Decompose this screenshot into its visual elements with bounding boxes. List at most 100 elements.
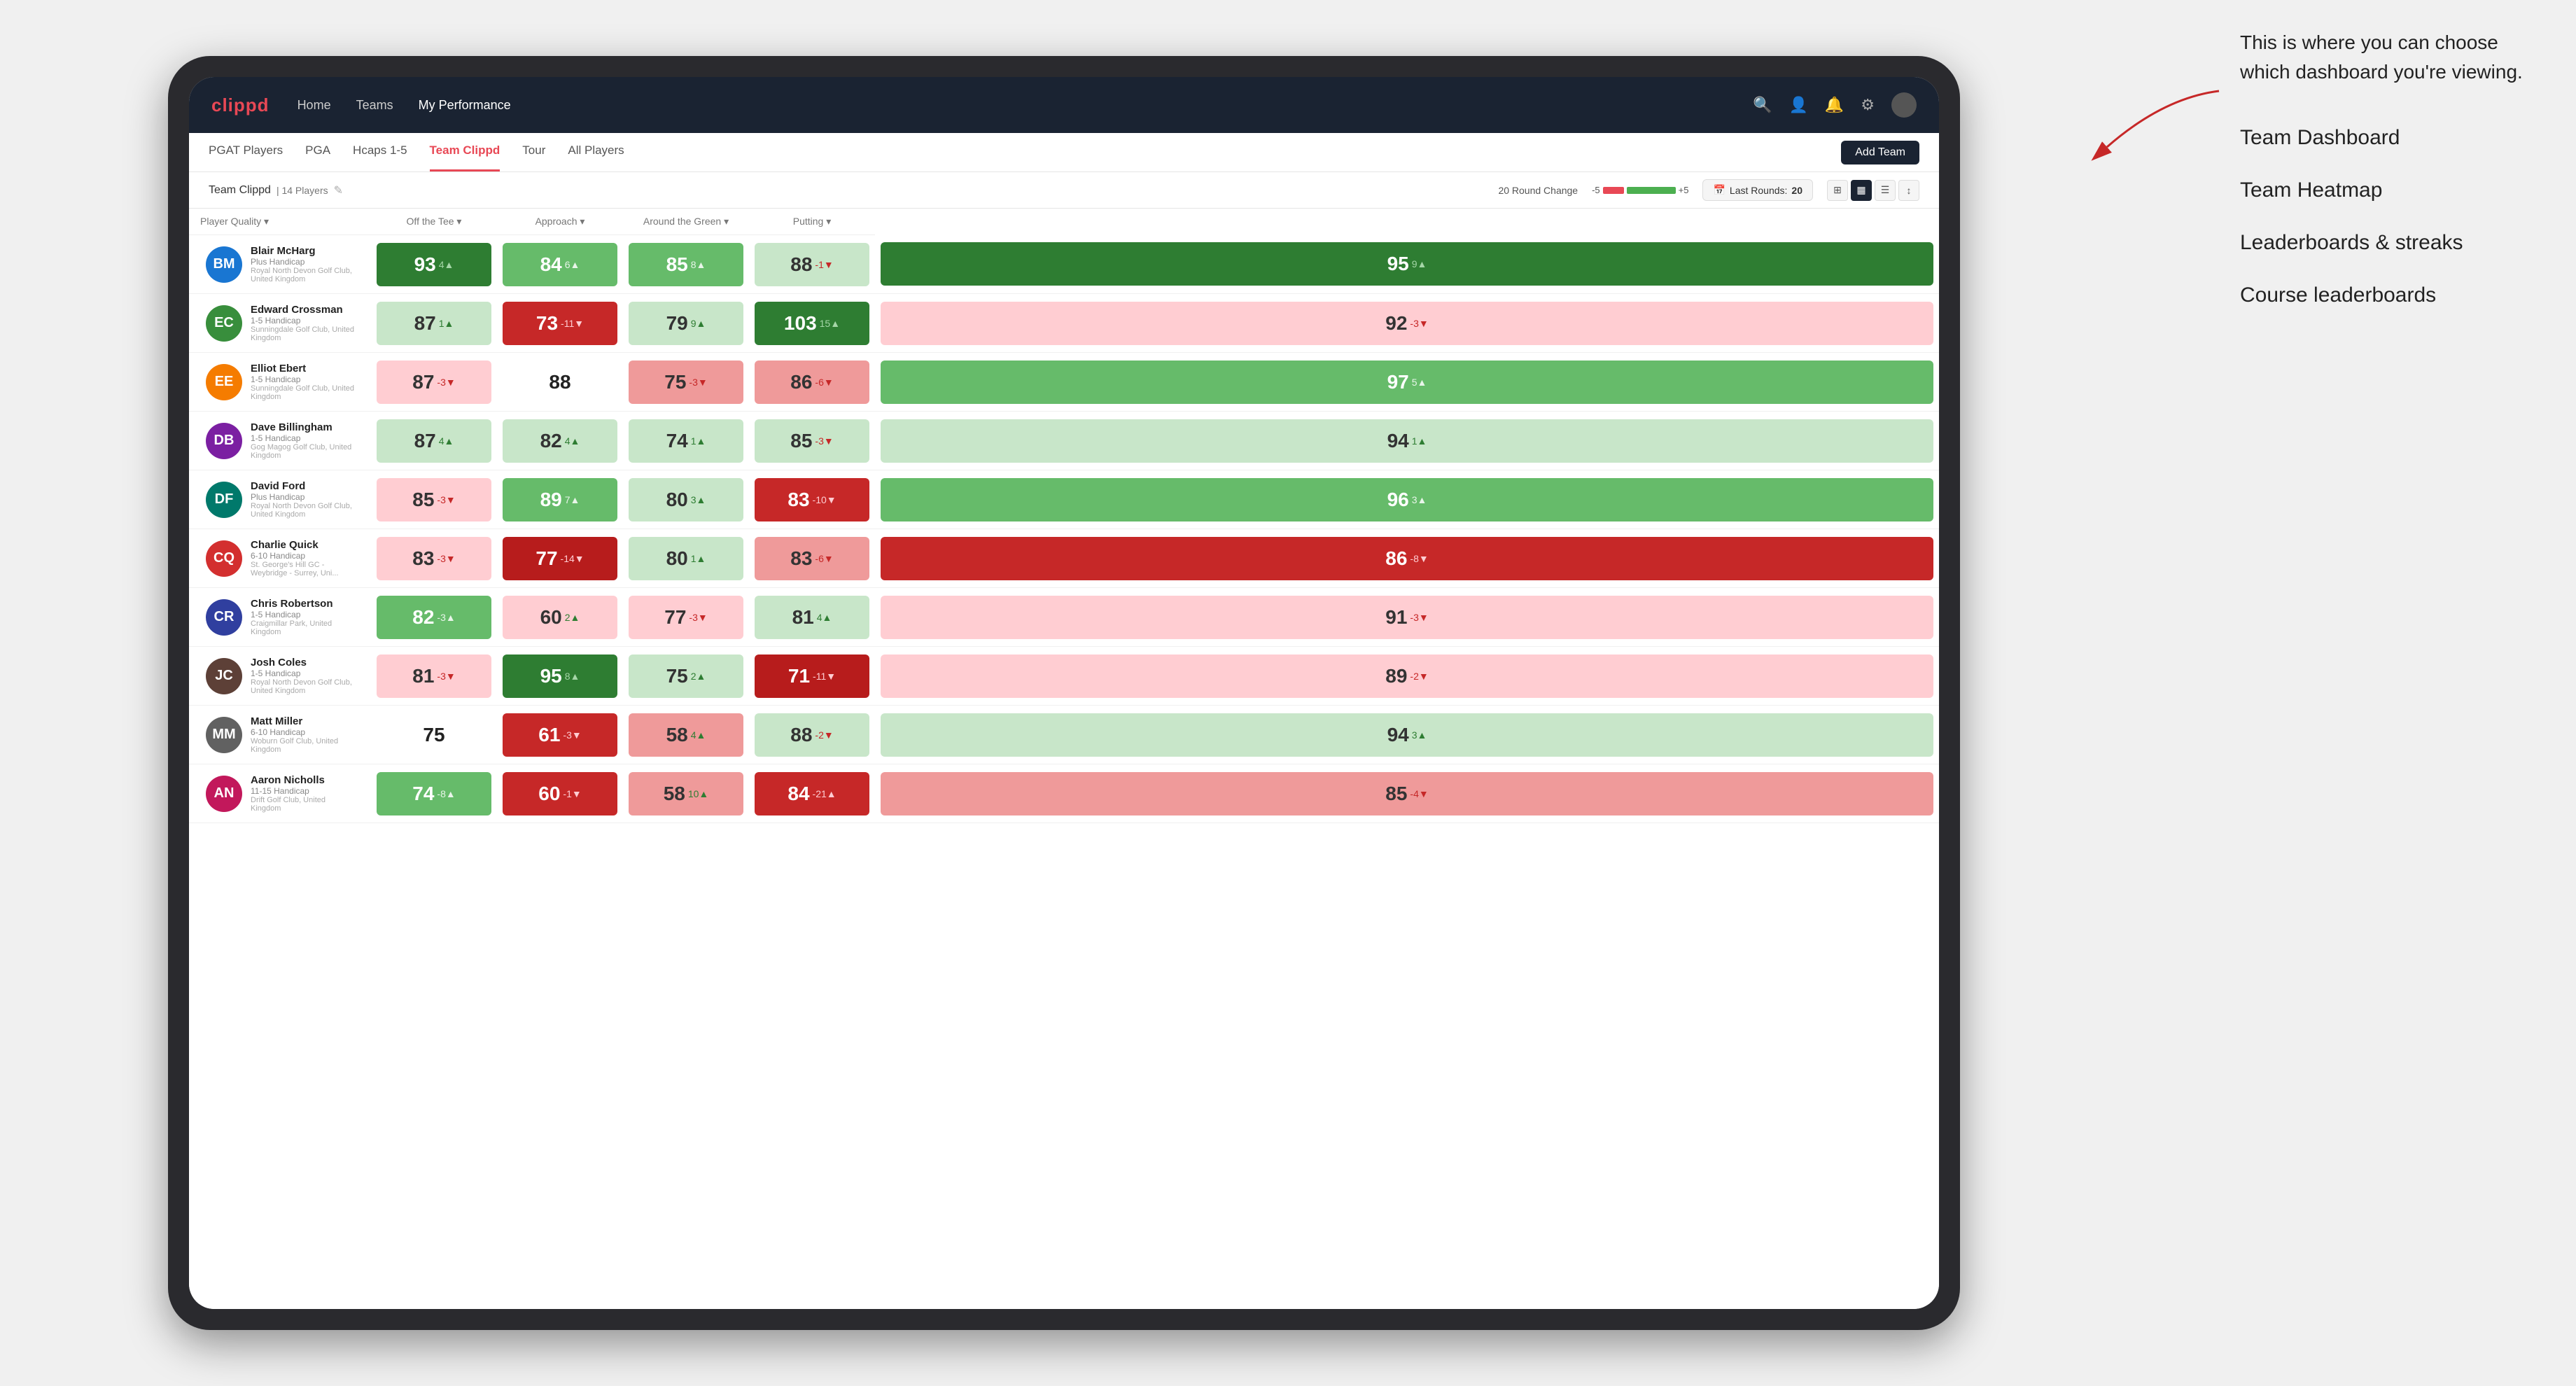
tab-all-players[interactable]: All Players bbox=[568, 133, 624, 172]
player-cell[interactable]: MM Matt Miller 6-10 Handicap Woburn Golf… bbox=[189, 706, 371, 764]
player-cell[interactable]: AN Aaron Nicholls 11-15 Handicap Drift G… bbox=[189, 764, 371, 823]
metric-box: 91 -3▼ bbox=[881, 596, 1933, 639]
metric-cell: 60 2▲ bbox=[497, 588, 623, 647]
metric-value: 74 bbox=[412, 783, 434, 805]
tab-pga[interactable]: PGA bbox=[305, 133, 330, 172]
player-club: Sunningdale Golf Club, United Kingdom bbox=[251, 326, 354, 342]
nav-my-performance[interactable]: My Performance bbox=[419, 98, 511, 113]
metric-change: -6▼ bbox=[815, 377, 833, 388]
player-hcap: 1-5 Handicap bbox=[251, 433, 354, 443]
metric-value: 84 bbox=[540, 253, 562, 276]
metric-value: 88 bbox=[549, 371, 570, 393]
metric-box: 87 4▲ bbox=[377, 419, 491, 463]
settings-icon[interactable]: ⚙ bbox=[1861, 96, 1875, 114]
metric-change: 10▲ bbox=[688, 788, 708, 799]
player-hcap: 1-5 Handicap bbox=[251, 610, 354, 620]
player-info: Blair McHarg Plus Handicap Royal North D… bbox=[251, 245, 354, 284]
metric-value: 60 bbox=[538, 783, 560, 805]
metric-box: 96 3▲ bbox=[881, 478, 1933, 522]
metric-box: 82 -3▲ bbox=[377, 596, 491, 639]
metric-value: 87 bbox=[412, 371, 434, 393]
bell-icon[interactable]: 🔔 bbox=[1825, 96, 1844, 114]
col-header-approach[interactable]: Approach ▾ bbox=[497, 209, 623, 235]
player-cell[interactable]: DF David Ford Plus Handicap Royal North … bbox=[189, 470, 371, 529]
table-row: BM Blair McHarg Plus Handicap Royal Nort… bbox=[189, 235, 1939, 294]
metric-change: -3▼ bbox=[689, 612, 707, 623]
metric-box: 61 -3▼ bbox=[503, 713, 617, 757]
metric-value: 93 bbox=[414, 253, 436, 276]
col-header-off-tee[interactable]: Off the Tee ▾ bbox=[371, 209, 497, 235]
last-rounds-label: Last Rounds: bbox=[1730, 185, 1788, 196]
player-cell[interactable]: BM Blair McHarg Plus Handicap Royal Nort… bbox=[189, 235, 371, 294]
grid-view-button[interactable]: ⊞ bbox=[1827, 180, 1848, 201]
tab-pgat-players[interactable]: PGAT Players bbox=[209, 133, 283, 172]
metric-change: 2▲ bbox=[691, 671, 706, 682]
sort-button[interactable]: ↕ bbox=[1898, 180, 1919, 201]
player-name: Matt Miller bbox=[251, 715, 354, 727]
tab-hcaps[interactable]: Hcaps 1-5 bbox=[353, 133, 407, 172]
metric-box: 74 -8▲ bbox=[377, 772, 491, 816]
player-info: Edward Crossman 1-5 Handicap Sunningdale… bbox=[251, 304, 354, 342]
metric-change: 6▲ bbox=[565, 259, 580, 270]
heatmap-view-button[interactable]: ▦ bbox=[1851, 180, 1872, 201]
metric-box: 95 9▲ bbox=[881, 242, 1933, 286]
last-rounds-value: 20 bbox=[1791, 185, 1802, 196]
metric-cell: 58 10▲ bbox=[623, 764, 749, 823]
player-cell[interactable]: CQ Charlie Quick 6-10 Handicap St. Georg… bbox=[189, 529, 371, 588]
col-header-player[interactable]: Player Quality ▾ bbox=[189, 209, 371, 235]
col-header-putting[interactable]: Putting ▾ bbox=[749, 209, 875, 235]
metric-change: -3▼ bbox=[437, 377, 455, 388]
player-cell[interactable]: DB Dave Billingham 1-5 Handicap Gog Mago… bbox=[189, 412, 371, 470]
view-icons: ⊞ ▦ ☰ ↕ bbox=[1827, 180, 1919, 201]
metric-box: 103 15▲ bbox=[755, 302, 869, 345]
edit-icon[interactable]: ✎ bbox=[334, 183, 343, 197]
metric-cell: 89 7▲ bbox=[497, 470, 623, 529]
metric-cell: 82 4▲ bbox=[497, 412, 623, 470]
metric-box: 92 -3▼ bbox=[881, 302, 1933, 345]
user-icon[interactable]: 👤 bbox=[1788, 96, 1807, 114]
add-team-button[interactable]: Add Team bbox=[1841, 141, 1919, 164]
metric-box: 83 -10▼ bbox=[755, 478, 869, 522]
metric-cell: 60 -1▼ bbox=[497, 764, 623, 823]
team-bar-right: 20 Round Change -5 +5 📅 Last Rounds: 20 … bbox=[1498, 179, 1919, 201]
col-header-around-green[interactable]: Around the Green ▾ bbox=[623, 209, 749, 235]
metric-cell: 85 -3▼ bbox=[371, 470, 497, 529]
metric-change: -3▼ bbox=[437, 671, 455, 682]
list-view-button[interactable]: ☰ bbox=[1875, 180, 1896, 201]
tab-tour[interactable]: Tour bbox=[522, 133, 545, 172]
player-hcap: 11-15 Handicap bbox=[251, 786, 354, 796]
metric-value: 58 bbox=[664, 783, 685, 805]
metric-cell: 74 -8▲ bbox=[371, 764, 497, 823]
player-cell[interactable]: JC Josh Coles 1-5 Handicap Royal North D… bbox=[189, 647, 371, 706]
metric-box: 84 6▲ bbox=[503, 243, 617, 286]
annotation-item-3: Leaderboards & streaks bbox=[2240, 227, 2534, 258]
metric-value: 94 bbox=[1387, 430, 1409, 452]
nav-home[interactable]: Home bbox=[298, 98, 331, 113]
metric-box: 86 -6▼ bbox=[755, 360, 869, 404]
metric-cell: 73 -11▼ bbox=[497, 294, 623, 353]
metric-value: 75 bbox=[666, 665, 688, 687]
table-row: DF David Ford Plus Handicap Royal North … bbox=[189, 470, 1939, 529]
metric-change: 3▲ bbox=[1412, 729, 1427, 741]
metric-cell: 87 -3▼ bbox=[371, 353, 497, 412]
player-avatar: EE bbox=[206, 364, 242, 400]
app-logo[interactable]: clippd bbox=[211, 94, 270, 116]
nav-teams[interactable]: Teams bbox=[356, 98, 393, 113]
metric-value: 82 bbox=[412, 606, 434, 629]
player-cell[interactable]: EE Elliot Ebert 1-5 Handicap Sunningdale… bbox=[189, 353, 371, 412]
metric-value: 94 bbox=[1387, 724, 1409, 746]
metric-change: 9▲ bbox=[691, 318, 706, 329]
last-rounds-button[interactable]: 📅 Last Rounds: 20 bbox=[1702, 179, 1813, 201]
search-icon[interactable]: 🔍 bbox=[1753, 96, 1772, 114]
metric-box: 87 1▲ bbox=[377, 302, 491, 345]
player-cell[interactable]: EC Edward Crossman 1-5 Handicap Sunningd… bbox=[189, 294, 371, 353]
metric-change: -3▼ bbox=[689, 377, 707, 388]
player-club: Royal North Devon Golf Club, United King… bbox=[251, 267, 354, 284]
tab-team-clippd[interactable]: Team Clippd bbox=[430, 133, 500, 172]
avatar[interactable] bbox=[1891, 92, 1917, 118]
player-name: Aaron Nicholls bbox=[251, 774, 354, 786]
metric-box: 82 4▲ bbox=[503, 419, 617, 463]
player-name: Chris Robertson bbox=[251, 598, 354, 610]
metric-value: 82 bbox=[540, 430, 562, 452]
player-cell[interactable]: CR Chris Robertson 1-5 Handicap Craigmil… bbox=[189, 588, 371, 647]
